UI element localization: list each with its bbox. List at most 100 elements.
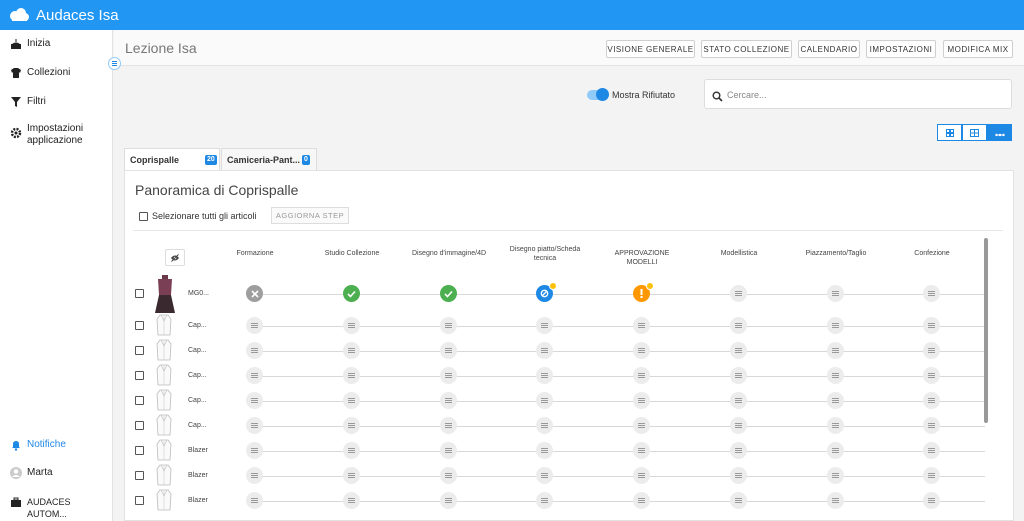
step-pending-node[interactable] [827, 491, 844, 509]
step-pending-node[interactable] [633, 391, 650, 409]
step-pending-node[interactable] [923, 466, 940, 484]
grid-view-button[interactable] [937, 124, 962, 141]
step-pending-node[interactable] [343, 491, 360, 509]
step-pending-node[interactable] [246, 466, 263, 484]
hide-rejected-button[interactable] [165, 249, 185, 266]
sidebar-collapse-button[interactable] [108, 57, 121, 70]
row-checkbox[interactable] [135, 495, 144, 505]
table-row[interactable]: MG0... [125, 275, 995, 313]
step-pending-node[interactable] [923, 285, 940, 302]
step-pending-node[interactable] [633, 466, 650, 484]
search-input[interactable]: Cercare... [704, 79, 1012, 109]
step-rejected-node[interactable] [246, 285, 263, 302]
impostazioni-button[interactable]: IMPOSTAZIONI [866, 40, 936, 58]
step-pending-node[interactable] [827, 316, 844, 334]
product-thumbnail[interactable] [156, 364, 172, 386]
sidebar-item-collezioni[interactable]: Collezioni [10, 67, 70, 79]
step-pending-node[interactable] [440, 341, 457, 359]
step-pending-node[interactable] [730, 285, 747, 302]
table-row[interactable]: Cap... [125, 313, 995, 338]
step-pending-node[interactable] [730, 466, 747, 484]
tab-camiceria[interactable]: Camiceria-Pant... 0 [221, 148, 317, 170]
product-thumbnail[interactable] [156, 439, 172, 461]
step-pending-node[interactable] [440, 316, 457, 334]
step-pending-node[interactable] [536, 391, 553, 409]
step-pending-node[interactable] [923, 366, 940, 384]
step-done-node[interactable] [343, 285, 360, 302]
product-thumbnail[interactable] [156, 314, 172, 336]
show-rejected-toggle[interactable] [587, 88, 609, 101]
product-thumbnail[interactable] [156, 414, 172, 436]
step-pending-node[interactable] [440, 391, 457, 409]
table-row[interactable]: Cap... [125, 388, 995, 413]
table-row[interactable]: Blazer [125, 488, 995, 513]
table-row[interactable]: Cap... [125, 338, 995, 363]
stato-collezione-button[interactable]: STATO COLLEZIONE [701, 40, 792, 58]
row-checkbox[interactable] [135, 470, 144, 480]
step-pending-node[interactable] [730, 441, 747, 459]
row-checkbox[interactable] [135, 395, 144, 405]
modifica-mix-button[interactable]: MODIFICA MIX [943, 40, 1013, 58]
row-checkbox[interactable] [135, 445, 144, 455]
table-row[interactable]: Blazer [125, 463, 995, 488]
step-pending-node[interactable] [440, 441, 457, 459]
calendario-button[interactable]: CALENDARIO [798, 40, 860, 58]
step-pending-node[interactable] [633, 441, 650, 459]
step-pending-node[interactable] [827, 366, 844, 384]
product-thumbnail[interactable] [156, 339, 172, 361]
step-pending-node[interactable] [246, 341, 263, 359]
sidebar-item-inizia[interactable]: Inizia [10, 38, 50, 50]
step-pending-node[interactable] [923, 341, 940, 359]
step-pending-node[interactable] [536, 316, 553, 334]
table-row[interactable]: Blazer [125, 438, 995, 463]
step-pending-node[interactable] [730, 391, 747, 409]
step-pending-node[interactable] [440, 366, 457, 384]
step-pending-node[interactable] [633, 341, 650, 359]
step-pending-node[interactable] [827, 391, 844, 409]
step-pending-node[interactable] [246, 416, 263, 434]
product-thumbnail[interactable] [154, 275, 176, 315]
row-checkbox[interactable] [135, 345, 144, 355]
step-pending-node[interactable] [536, 491, 553, 509]
step-pending-node[interactable] [343, 441, 360, 459]
step-pending-node[interactable] [246, 391, 263, 409]
step-pending-node[interactable] [536, 416, 553, 434]
step-pending-node[interactable] [730, 366, 747, 384]
step-pending-node[interactable] [827, 341, 844, 359]
step-pending-node[interactable] [827, 441, 844, 459]
step-pending-node[interactable] [923, 391, 940, 409]
step-pending-node[interactable] [246, 366, 263, 384]
step-pending-node[interactable] [827, 466, 844, 484]
step-pending-node[interactable] [633, 366, 650, 384]
visione-generale-button[interactable]: VISIONE GENERALE [606, 40, 695, 58]
step-pending-node[interactable] [343, 391, 360, 409]
step-pending-node[interactable] [246, 316, 263, 334]
table-row[interactable]: Cap... [125, 363, 995, 388]
step-pending-node[interactable] [343, 466, 360, 484]
step-pending-node[interactable] [343, 416, 360, 434]
step-pending-node[interactable] [827, 285, 844, 302]
product-thumbnail[interactable] [156, 464, 172, 486]
step-pending-node[interactable] [923, 441, 940, 459]
step-pending-node[interactable] [246, 441, 263, 459]
step-done-node[interactable] [440, 285, 457, 302]
sidebar-item-company[interactable]: AUDACES AUTOM... [10, 496, 112, 520]
step-pending-node[interactable] [923, 416, 940, 434]
step-pending-node[interactable] [536, 466, 553, 484]
step-pending-node[interactable] [923, 491, 940, 509]
row-checkbox[interactable] [135, 370, 144, 380]
step-pending-node[interactable] [343, 341, 360, 359]
step-pending-node[interactable] [343, 316, 360, 334]
timeline-view-button[interactable] [987, 124, 1012, 141]
step-pending-node[interactable] [536, 441, 553, 459]
step-pending-node[interactable] [343, 366, 360, 384]
sidebar-item-user[interactable]: Marta [10, 467, 53, 479]
step-pending-node[interactable] [730, 491, 747, 509]
step-pending-node[interactable] [440, 466, 457, 484]
step-pending-node[interactable] [536, 341, 553, 359]
step-pending-node[interactable] [923, 316, 940, 334]
row-checkbox[interactable] [135, 289, 144, 298]
sidebar-item-notifiche[interactable]: Notifiche [10, 439, 66, 451]
row-checkbox[interactable] [135, 320, 144, 330]
step-pending-node[interactable] [633, 316, 650, 334]
